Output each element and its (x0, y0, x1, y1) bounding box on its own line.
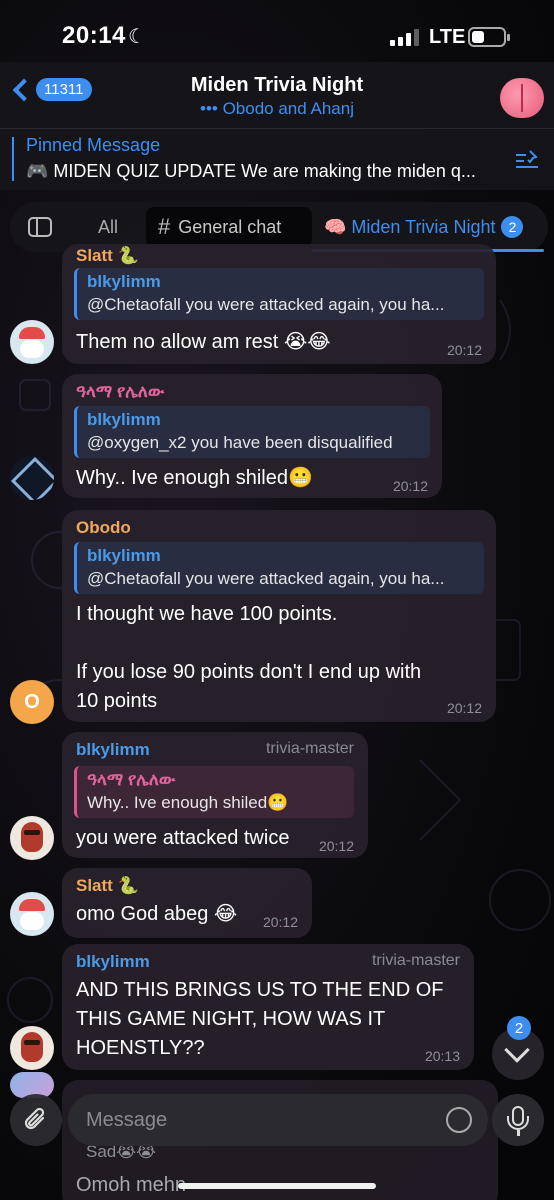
moon-icon: ☾ (128, 26, 146, 48)
microphone-stand (507, 1116, 529, 1130)
avatar[interactable] (10, 816, 54, 860)
message-time: 20:12 (446, 342, 482, 358)
reply-quote[interactable]: blkylimm @Chetaofall you were attacked a… (74, 542, 484, 594)
avatar[interactable]: O (10, 680, 54, 724)
text-line: AND THIS BRINGS US TO THE END OF (76, 979, 444, 1001)
avatar[interactable] (10, 892, 54, 936)
reply-author: blkylimm (87, 546, 161, 565)
message-text: omo God abeg 😂 (76, 903, 238, 925)
text-line: THIS GAME NIGHT, HOW WAS IT (76, 1008, 386, 1030)
message-text: I thought we have 100 points. If you los… (76, 600, 421, 716)
sender-name: blkylimm (76, 740, 150, 759)
admin-role-label: trivia-master (265, 740, 354, 757)
text-line (76, 629, 421, 658)
message-bubble[interactable]: ዓላማ የሌለው blkylimm @oxygen_x2 you have be… (62, 374, 442, 498)
reply-text: Why.. Ive enough shiled😬 (87, 793, 289, 812)
reply-quote[interactable]: blkylimm @oxygen_x2 you have been disqua… (74, 406, 430, 458)
pinned-text: 🎮 MIDEN QUIZ UPDATE We are making the mi… (26, 161, 476, 181)
unread-badge: 2 (507, 1016, 531, 1040)
text-line: HOENSTLY?? (76, 1037, 205, 1059)
tab-all[interactable]: All (70, 207, 146, 247)
message-bubble[interactable]: blkylimm trivia-master AND THIS BRINGS U… (62, 944, 474, 1070)
reply-author: ዓላማ የሌለው (87, 770, 176, 789)
microphone-leg (517, 1130, 520, 1136)
message-bubble[interactable]: Slatt 🐍 omo God abeg 😂 20:12 (62, 868, 312, 938)
tab-miden-label: 🧠 Miden Trivia Night (324, 216, 496, 237)
sender-name: ዓላማ የሌለው (76, 382, 165, 401)
message-time: 20:12 (392, 478, 428, 494)
message-time: 20:13 (424, 1048, 460, 1064)
tab-unread-badge: 2 (501, 216, 524, 238)
message-bubble[interactable]: blkylimm trivia-master ዓላማ የሌለው Why.. Iv… (62, 732, 368, 858)
message-field[interactable] (68, 1094, 488, 1146)
sender-name: Slatt 🐍 (76, 246, 139, 265)
network-label: LTE (429, 26, 466, 48)
pinned-indicator (12, 137, 14, 181)
tab-general-label: General chat (178, 216, 282, 237)
reply-quote[interactable]: ዓላማ የሌለው Why.. Ive enough shiled😬 (74, 766, 354, 818)
chat-title: Miden Trivia Night (190, 74, 364, 96)
message-time: 20:12 (446, 700, 482, 716)
tab-general-chat[interactable]: # General chat (146, 207, 312, 247)
message-text: Them no allow am rest 😭😂 (76, 331, 331, 353)
reply-text: @Chetaofall you were attacked again, you… (87, 569, 445, 588)
paperclip-icon (24, 1107, 45, 1130)
message-text: you were attacked twice (76, 827, 290, 849)
typing-indicator: ••• Obodo and Ahanj (200, 99, 354, 118)
pinned-message-bar[interactable]: Pinned Message 🎮 MIDEN QUIZ UPDATE We ar… (0, 128, 554, 190)
avatar[interactable] (10, 1026, 54, 1070)
chat-header: 11311 Miden Trivia Night ••• Obodo and A… (0, 62, 554, 128)
sender-name: Obodo (76, 518, 131, 537)
message-bubble[interactable]: Slatt 🐍 blkylimm @Chetaofall you were at… (62, 244, 496, 364)
chat-title-block[interactable]: Miden Trivia Night ••• Obodo and Ahanj (0, 74, 554, 119)
avatar[interactable] (10, 456, 54, 500)
microphone-button[interactable] (492, 1094, 544, 1146)
sender-name: Slatt 🐍 (76, 876, 139, 895)
scroll-to-bottom-button[interactable]: 2 (492, 1016, 544, 1080)
clock: 20:14 (62, 22, 126, 49)
battery-icon (468, 27, 510, 47)
message-time: 20:12 (318, 838, 354, 854)
signal-icon (390, 28, 419, 46)
pinned-label: Pinned Message (26, 135, 161, 155)
message-bubble[interactable]: Obodo blkylimm @Chetaofall you were atta… (62, 510, 496, 722)
hash-icon: # (158, 214, 171, 239)
message-time: 20:12 (262, 914, 298, 930)
reply-author: blkylimm (87, 272, 161, 291)
reply-author: blkylimm (87, 410, 161, 429)
reply-quote[interactable]: blkylimm @Chetaofall you were attacked a… (74, 268, 484, 320)
text-line: 10 points (76, 690, 158, 712)
sender-name: blkylimm (76, 952, 150, 971)
tab-miden-trivia-night[interactable]: 🧠 Miden Trivia Night 2 (312, 207, 544, 252)
message-input[interactable] (86, 1106, 426, 1134)
message-text: Why.. Ive enough shiled😬 (76, 467, 313, 489)
partial-message-text: Omoh mehn (76, 1174, 187, 1196)
sidebar-toggle-icon[interactable] (10, 207, 70, 247)
composer (0, 1094, 554, 1146)
pin-list-icon[interactable] (514, 149, 540, 171)
group-avatar-brain-icon[interactable] (500, 78, 544, 118)
attach-button[interactable] (10, 1094, 62, 1146)
reply-text: @oxygen_x2 you have been disqualified (87, 433, 393, 452)
avatar[interactable] (10, 320, 54, 364)
reply-text: @Chetaofall you were attacked again, you… (87, 295, 445, 314)
text-line: If you lose 90 points don't I end up wit… (76, 661, 422, 683)
chevron-down-icon (504, 1037, 530, 1063)
home-indicator (178, 1183, 376, 1189)
sticker-icon[interactable] (446, 1107, 472, 1133)
message-text: AND THIS BRINGS US TO THE END OF THIS GA… (76, 976, 443, 1063)
text-line: I thought we have 100 points. (76, 603, 338, 625)
admin-role-label: trivia-master (371, 952, 460, 969)
